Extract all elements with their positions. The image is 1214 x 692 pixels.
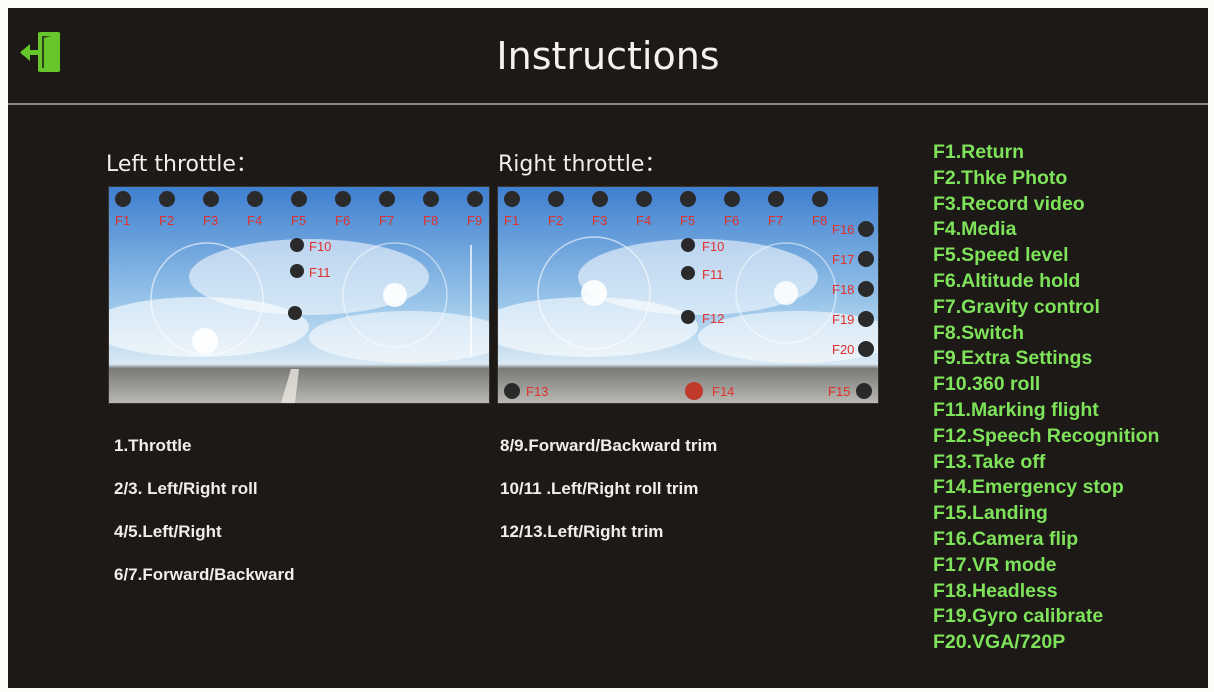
left-top-label-f9: F9	[467, 213, 482, 228]
left-preview-canvas: F1 F2 F3 F4 F5 F6 F7 F8 F9 F10 F11	[109, 187, 489, 403]
right-col-label-f17: F17	[832, 252, 854, 267]
right-throttle-label: Right throttle：	[498, 152, 667, 177]
right-col-label-f20: F20	[832, 342, 854, 357]
right-top-button-f8[interactable]	[812, 191, 828, 207]
left-top-button-f4[interactable]	[247, 191, 263, 207]
left-legend-4: 6/7.Forward/Backward	[114, 565, 295, 584]
left-top-label-f7: F7	[379, 213, 394, 228]
left-side-label-f10: F10	[309, 239, 331, 254]
left-top-button-f9[interactable]	[467, 191, 483, 207]
right-top-label-f8: F8	[812, 213, 827, 228]
left-top-button-f2[interactable]	[159, 191, 175, 207]
instructions-screen: Instructions Left throttle： F1 F2 F3 F4 …	[8, 8, 1208, 688]
right-top-button-f2[interactable]	[548, 191, 564, 207]
right-col-button-f18[interactable]	[858, 281, 874, 297]
function-item: F17.VR mode	[933, 553, 1057, 576]
function-item: F6.Altitude hold	[933, 269, 1081, 292]
right-top-button-f7[interactable]	[768, 191, 784, 207]
right-legend-3: 12/13.Left/Right trim	[500, 522, 664, 541]
left-top-button-f1[interactable]	[115, 191, 131, 207]
right-side-label-f12: F12	[702, 311, 724, 326]
function-item: F5.Speed level	[933, 244, 1069, 267]
function-item: F20.VGA/720P	[933, 631, 1066, 654]
function-item: F12.Speech Recognition	[933, 424, 1160, 447]
right-legend-2: 10/11 .Left/Right roll trim	[500, 479, 699, 498]
right-throttle-preview: F1 F2 F3 F4 F5 F6 F7 F8 F10 F11 F12 F16 F17 F18 F1…	[497, 186, 879, 404]
right-top-button-f1[interactable]	[504, 191, 520, 207]
function-item: F19.Gyro calibrate	[933, 605, 1104, 628]
left-top-label-f6: F6	[335, 213, 350, 228]
left-throttle-label: Left throttle：	[106, 152, 258, 177]
right-top-label-f1: F1	[504, 213, 519, 228]
left-top-button-f5[interactable]	[291, 191, 307, 207]
left-legend-2: 2/3. Left/Right roll	[114, 479, 258, 498]
header-divider	[8, 103, 1208, 105]
function-item: F11.Marking flight	[933, 398, 1099, 421]
right-top-button-f5[interactable]	[680, 191, 696, 207]
left-top-button-f7[interactable]	[379, 191, 395, 207]
right-preview-canvas: F1 F2 F3 F4 F5 F6 F7 F8 F10 F11 F12 F16 F17 F18 F1…	[498, 187, 878, 403]
function-item: F4.Media	[933, 218, 1017, 241]
right-col-button-f16[interactable]	[858, 221, 874, 237]
right-legend-1: 8/9.Forward/Backward trim	[500, 436, 718, 455]
header: Instructions	[8, 8, 1208, 104]
function-item: F16.Camera flip	[933, 527, 1079, 550]
function-item: F7.Gravity control	[933, 295, 1100, 318]
function-item: F2.Thke Photo	[933, 166, 1068, 189]
left-throttle-preview: F1 F2 F3 F4 F5 F6 F7 F8 F9 F10 F11	[108, 186, 490, 404]
right-top-label-f7: F7	[768, 213, 783, 228]
right-col-label-f18: F18	[832, 282, 854, 297]
right-side-label-f11: F11	[702, 267, 723, 282]
function-item: F9.Extra Settings	[933, 347, 1093, 370]
right-top-label-f5: F5	[680, 213, 695, 228]
right-top-label-f2: F2	[548, 213, 563, 228]
right-side-label-f10: F10	[702, 239, 724, 254]
left-top-label-f2: F2	[159, 213, 174, 228]
left-top-label-f3: F3	[203, 213, 218, 228]
function-list: F1.Return F2.Thke Photo F3.Record video …	[933, 140, 1159, 656]
function-item: F1.Return	[933, 141, 1025, 163]
right-bottom-label-f15: F15	[828, 384, 850, 399]
right-col-label-f19: F19	[832, 312, 854, 327]
left-legend-3: 4/5.Left/Right	[114, 522, 222, 541]
right-col-label-f16: F16	[832, 222, 854, 237]
right-top-label-f6: F6	[724, 213, 739, 228]
function-item: F13.Take off	[933, 450, 1046, 473]
right-bottom-label-f14: F14	[712, 384, 734, 399]
left-top-label-f4: F4	[247, 213, 262, 228]
left-top-button-f6[interactable]	[335, 191, 351, 207]
function-item: F15.Landing	[933, 502, 1048, 525]
right-col-button-f19[interactable]	[858, 311, 874, 327]
function-item: F18.Headless	[933, 579, 1058, 602]
left-top-label-f5: F5	[291, 213, 306, 228]
left-top-button-f8[interactable]	[423, 191, 439, 207]
right-bottom-label-f13: F13	[526, 384, 548, 399]
left-legend-1: 1.Throttle	[114, 436, 192, 455]
function-item: F10.360 roll	[933, 373, 1041, 396]
right-top-button-f6[interactable]	[724, 191, 740, 207]
function-item: F8.Switch	[933, 321, 1025, 344]
left-top-button-f3[interactable]	[203, 191, 219, 207]
right-col-button-f17[interactable]	[858, 251, 874, 267]
function-item: F3.Record video	[933, 192, 1085, 215]
right-col-button-f20[interactable]	[858, 341, 874, 357]
left-side-label-f11: F11	[309, 265, 330, 280]
right-top-label-f3: F3	[592, 213, 607, 228]
right-top-label-f4: F4	[636, 213, 651, 228]
right-top-button-f4[interactable]	[636, 191, 652, 207]
left-top-label-f8: F8	[423, 213, 438, 228]
right-top-button-f3[interactable]	[592, 191, 608, 207]
left-top-label-f1: F1	[115, 213, 130, 228]
page-title: Instructions	[496, 34, 720, 78]
function-item: F14.Emergency stop	[933, 476, 1124, 499]
